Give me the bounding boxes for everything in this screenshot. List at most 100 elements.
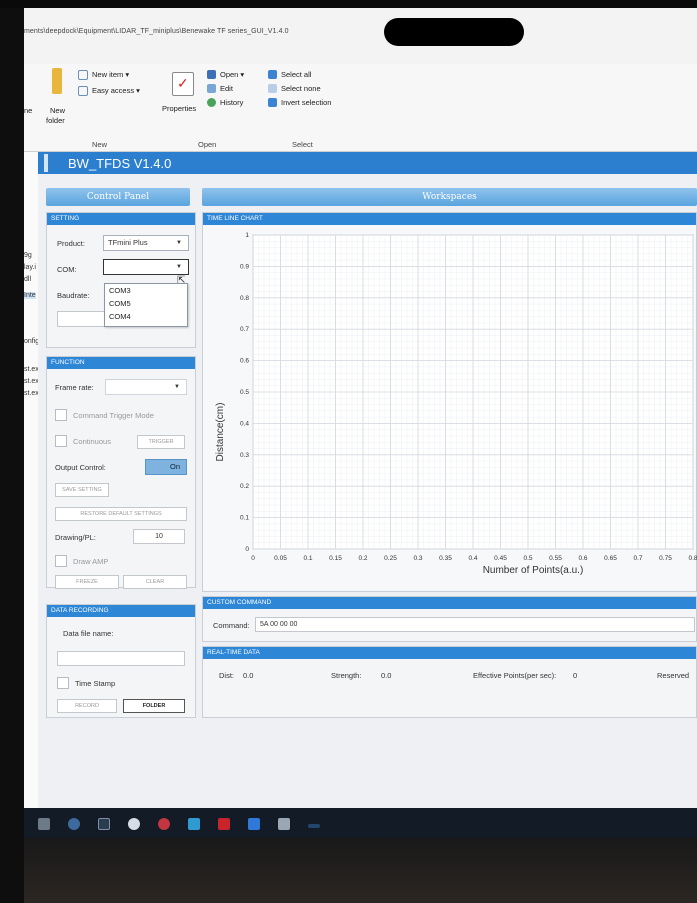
app-logo-bar — [44, 154, 48, 172]
open-button[interactable]: Open ▾ — [220, 70, 244, 79]
y-tick-label: 0.4 — [240, 420, 249, 427]
y-tick-label: 0.9 — [240, 263, 249, 270]
record-button[interactable]: RECORD — [57, 699, 117, 713]
x-tick-label: 0.25 — [384, 555, 397, 562]
select-all-icon — [268, 70, 277, 79]
product-select[interactable]: TFmini Plus ▼ — [103, 235, 189, 251]
frame-rate-label: Frame rate: — [55, 383, 94, 392]
folder-button[interactable]: FOLDER — [123, 699, 185, 713]
command-trigger-checkbox[interactable] — [55, 409, 67, 421]
timeline-chart[interactable]: 0 0.05 0.1 0.15 0.2 0.25 0.3 0.35 0.4 0.45 0.5 0.55… — [203, 225, 697, 591]
taskbar-tool-icon[interactable] — [278, 818, 290, 830]
reserved-label: Reserved — [657, 671, 690, 680]
taskbar-pdf-icon[interactable] — [218, 818, 230, 830]
effective-points-value: 0 — [573, 671, 578, 680]
invert-selection-button[interactable]: Invert selection — [281, 98, 331, 107]
x-tick-label: 0.65 — [604, 555, 617, 562]
y-tick-label: 1 — [245, 232, 249, 239]
new-folder-icon[interactable] — [52, 68, 62, 94]
output-control-state: On — [169, 462, 180, 471]
history-button[interactable]: History — [220, 98, 243, 107]
new-folder-label-1[interactable]: New — [50, 106, 65, 115]
select-all-button[interactable]: Select all — [281, 70, 311, 79]
x-tick-label: 0.1 — [303, 555, 312, 562]
strength-label: Strength: — [331, 671, 362, 680]
continuous-checkbox[interactable] — [55, 435, 67, 447]
nav-item-4[interactable]: Inte — [24, 292, 36, 299]
x-tick-label: 0.8 — [688, 555, 697, 562]
nav-item-2[interactable]: lay.i — [24, 264, 36, 271]
chevron-down-icon: ▼ — [176, 264, 182, 270]
select-none-button[interactable]: Select none — [281, 84, 321, 93]
clear-button[interactable]: CLEAR — [123, 575, 187, 589]
x-tick-label: 0.3 — [413, 555, 422, 562]
y-tick-label: 0.8 — [240, 295, 249, 302]
y-tick-label: 0.1 — [240, 515, 249, 522]
connect-button[interactable] — [57, 311, 105, 327]
taskbar-browser-icon[interactable] — [68, 818, 80, 830]
x-tick-label: 0.5 — [523, 555, 532, 562]
taskbar-chrome-icon[interactable] — [188, 818, 200, 830]
command-input[interactable]: 5A 00 00 00 — [255, 617, 695, 632]
frame-rate-select[interactable]: ▼ — [105, 379, 187, 395]
properties-icon[interactable]: ✓ — [172, 72, 194, 96]
taskbar-active-app-icon[interactable] — [308, 824, 320, 828]
effective-points-label: Effective Points(per sec): — [473, 671, 557, 680]
chevron-down-icon: ▼ — [176, 240, 182, 246]
control-panel-header: Control Panel — [46, 188, 190, 206]
easy-access-button[interactable]: Easy access ▾ — [92, 86, 140, 95]
realtime-data-header: REAL-TIME DATA — [203, 647, 696, 659]
data-file-name-label: Data file name: — [63, 629, 114, 638]
nav-item-5[interactable]: onfig — [24, 338, 39, 345]
ribbon-group-new: New — [92, 140, 108, 149]
com-option[interactable]: COM4 — [105, 310, 187, 323]
timeline-header: TIME LINE CHART — [203, 213, 696, 225]
x-tick-label: 0.7 — [633, 555, 642, 562]
taskbar-shield-icon[interactable] — [158, 818, 170, 830]
edit-button[interactable]: Edit — [220, 84, 233, 93]
save-setting-button[interactable]: SAVE SETTING — [55, 483, 109, 497]
product-label: Product: — [57, 239, 85, 248]
x-tick-label: 0.35 — [439, 555, 452, 562]
restore-default-button[interactable]: RESTORE DEFAULT SETTINGS — [55, 507, 187, 521]
trigger-button[interactable]: TRIGGER — [137, 435, 185, 449]
output-control-toggle[interactable]: On — [145, 459, 187, 475]
realtime-data-panel: REAL-TIME DATA Dist: 0.0 Strength: 0.0 E… — [202, 646, 697, 718]
time-stamp-label: Time Stamp — [75, 679, 116, 688]
new-item-button[interactable]: New item ▾ — [92, 70, 129, 79]
easy-access-icon — [78, 86, 88, 96]
freeze-button[interactable]: FREEZE — [55, 575, 119, 589]
properties-button[interactable]: Properties — [162, 104, 196, 113]
taskbar-window-icon[interactable] — [98, 818, 110, 830]
com-option[interactable]: COM5 — [105, 297, 187, 310]
com-dropdown-list[interactable]: COM3 COM5 COM4 — [104, 283, 188, 327]
com-select[interactable]: ▼ — [103, 259, 189, 275]
draw-amp-checkbox[interactable] — [55, 555, 67, 567]
explorer-address-bar[interactable]: ments\deepdock\Equipment\LIDAR_TF_minipl… — [24, 22, 697, 40]
x-tick-label: 0.6 — [578, 555, 587, 562]
time-stamp-checkbox[interactable] — [57, 677, 69, 689]
taskbar-photos-icon[interactable] — [248, 818, 260, 830]
data-file-name-input[interactable] — [57, 651, 185, 666]
x-tick-label: 0.05 — [274, 555, 287, 562]
tfds-app-window: BW_TFDS V1.4.0 Control Panel Workspaces … — [38, 152, 697, 808]
drawing-pl-input[interactable]: 10 — [133, 529, 185, 544]
x-tick-label: 0.4 — [468, 555, 477, 562]
new-folder-label-2[interactable]: folder — [46, 116, 65, 125]
taskbar-file-explorer-icon[interactable] — [38, 818, 50, 830]
product-select-value: TFmini Plus — [108, 238, 148, 247]
nav-item-3[interactable]: dll — [24, 276, 31, 283]
edit-icon — [207, 84, 216, 93]
function-panel: FUNCTION Frame rate: ▼ Command Trigger M… — [46, 356, 196, 589]
y-tick-label: 0 — [245, 546, 249, 553]
taskbar-app-icon[interactable] — [128, 818, 140, 830]
history-icon — [207, 98, 216, 107]
windows-taskbar — [24, 808, 697, 838]
dist-value: 0.0 — [243, 671, 254, 680]
com-option[interactable]: COM3 — [105, 284, 187, 297]
nav-item-1[interactable]: 9g — [24, 252, 32, 259]
ribbon-group-select: Select — [292, 140, 313, 149]
drawing-pl-label: Drawing/PL: — [55, 533, 96, 542]
camera-notch — [384, 18, 524, 46]
y-tick-label: 0.2 — [240, 483, 249, 490]
